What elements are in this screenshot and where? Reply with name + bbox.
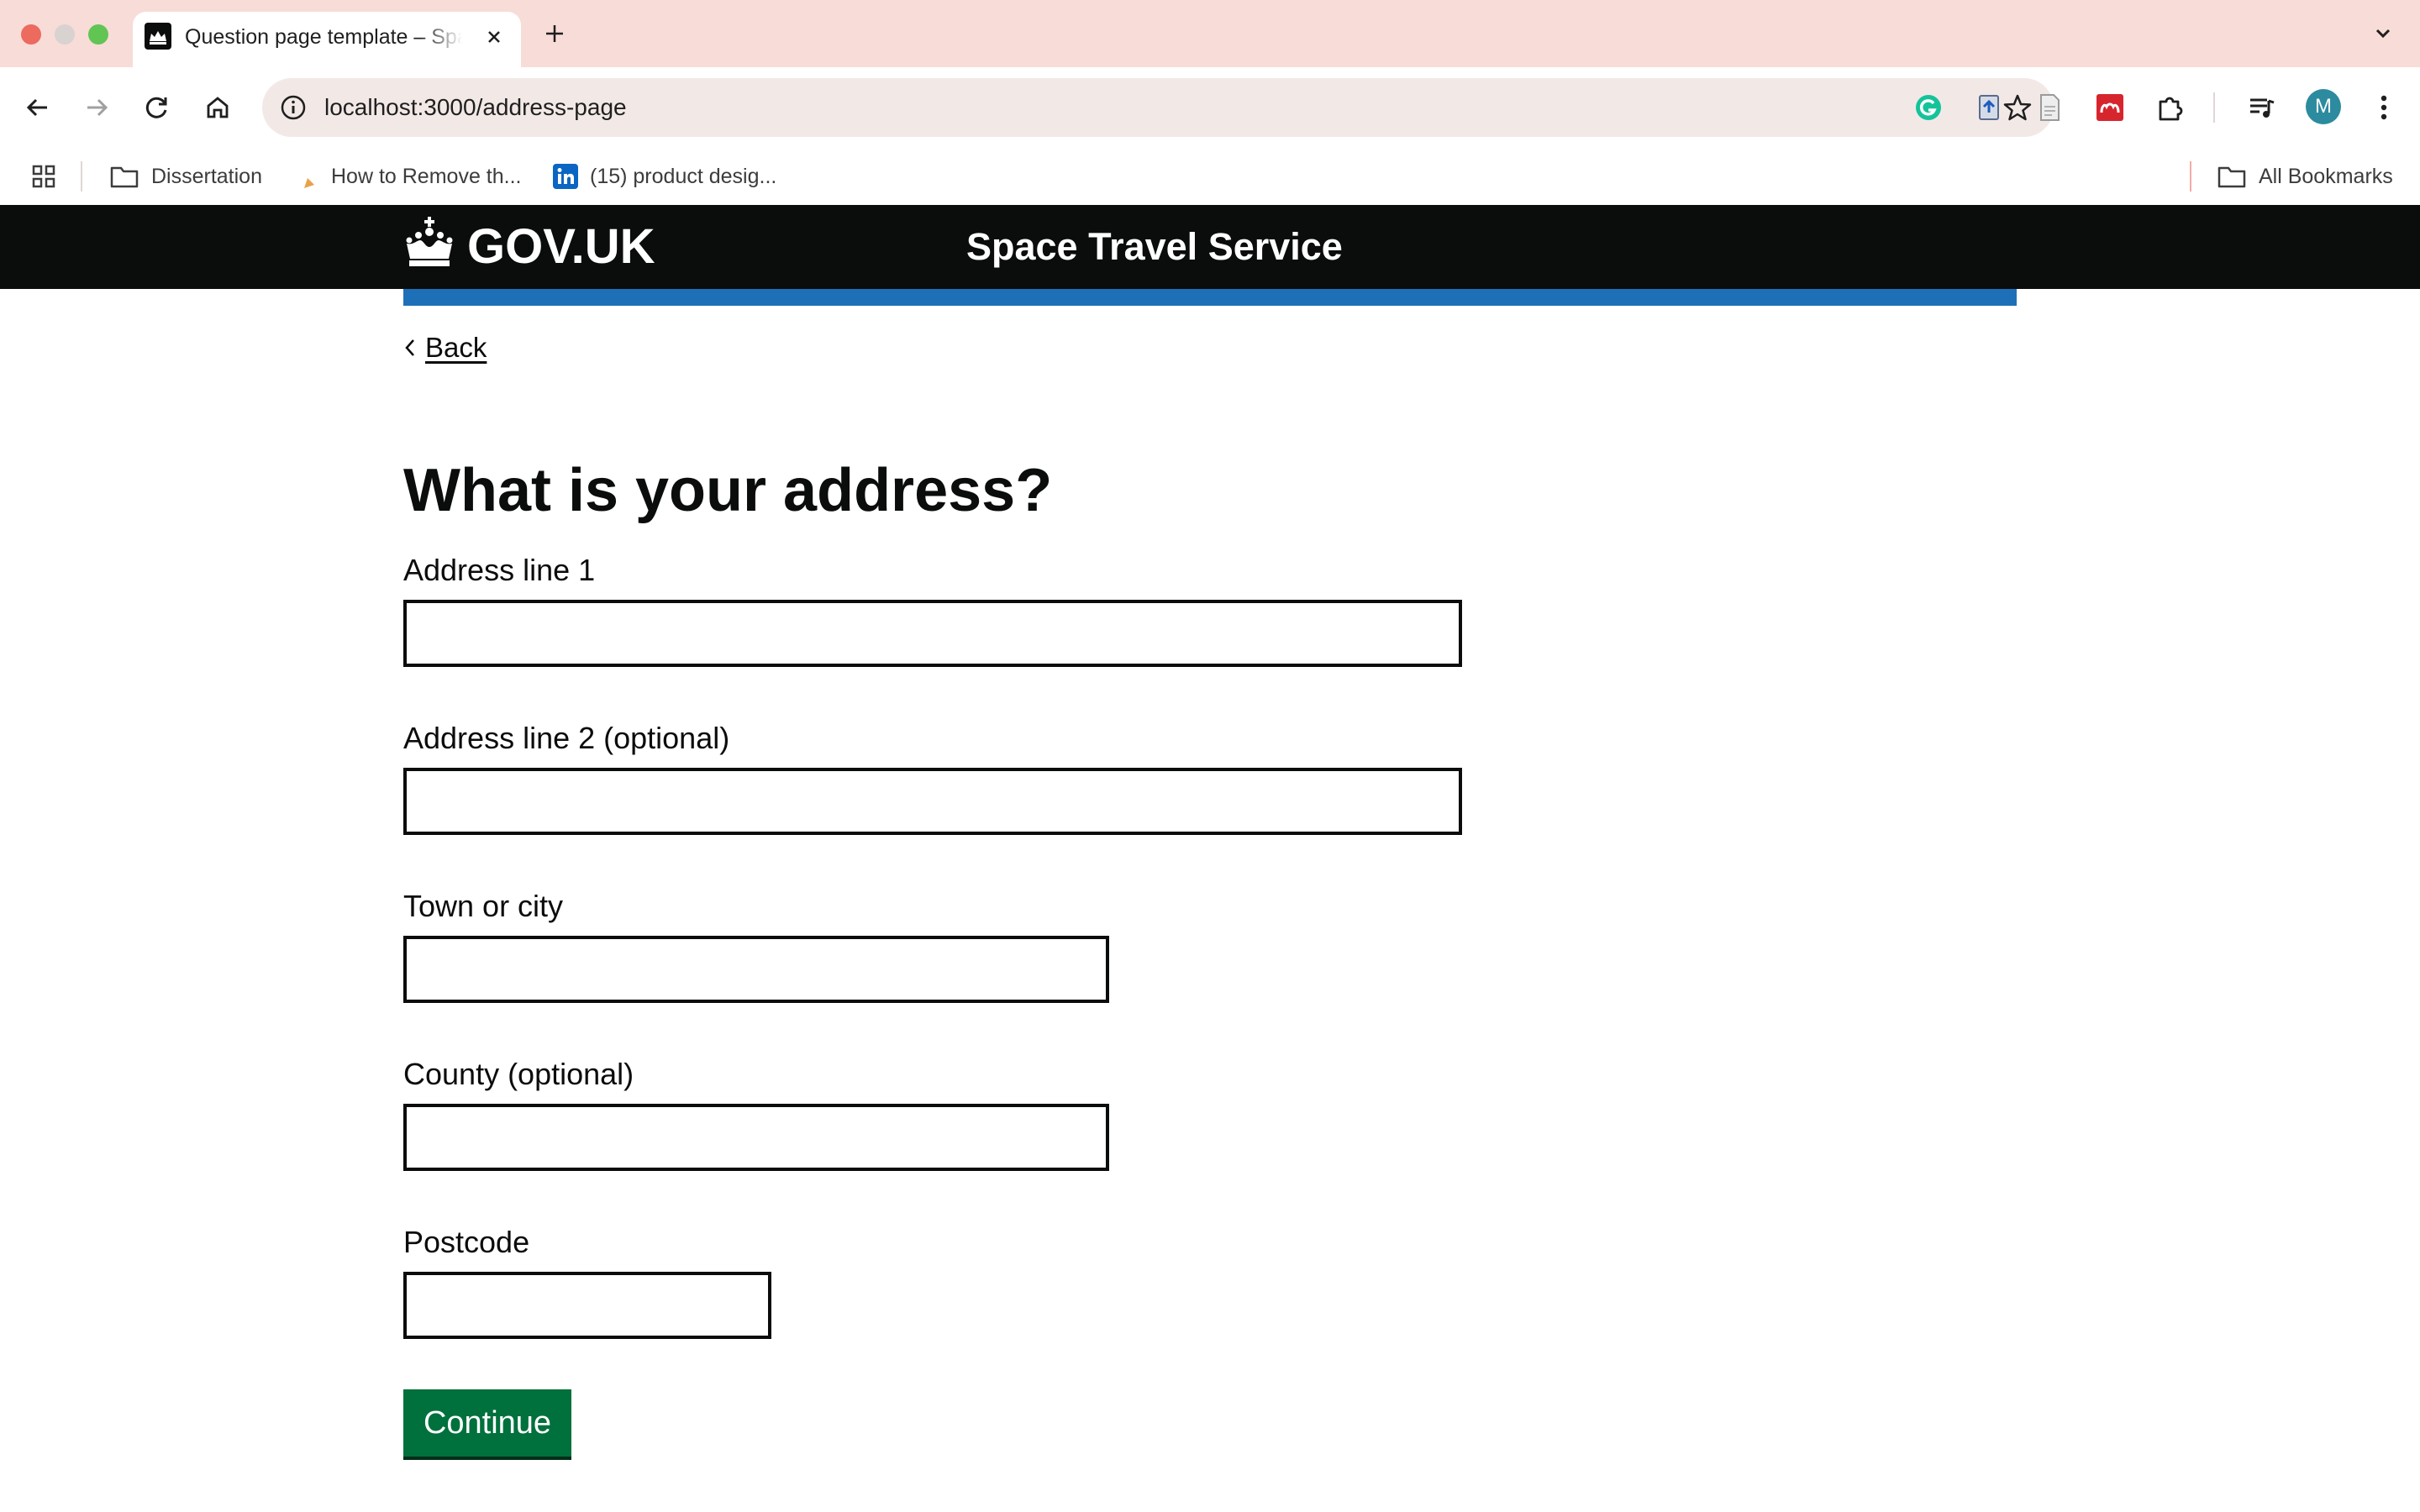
bookmark-label: (15) product desig...: [590, 164, 777, 188]
back-link-label: Back: [425, 332, 487, 363]
address-line-1-input[interactable]: [403, 600, 1462, 667]
back-link[interactable]: Back: [403, 329, 487, 366]
bookmark-label: How to Remove th...: [331, 164, 522, 188]
profile-avatar[interactable]: M: [2306, 89, 2341, 124]
county-label: County (optional): [403, 1057, 634, 1091]
upload-extension-icon[interactable]: [1971, 90, 2007, 125]
minimize-window-button[interactable]: [55, 24, 75, 45]
page-title: What is your address?: [403, 457, 1053, 524]
crown-icon[interactable]: [402, 215, 457, 270]
mendeley-extension-icon[interactable]: [2092, 90, 2128, 125]
back-arrow-icon[interactable]: [20, 90, 55, 125]
address-bar[interactable]: localhost:3000/address-page: [262, 78, 2054, 137]
govuk-logotype[interactable]: GOV.UK: [467, 220, 655, 274]
town-or-city-label: Town or city: [403, 889, 564, 923]
folder-icon: [2217, 166, 2246, 188]
url-text: localhost:3000/address-page: [324, 94, 627, 120]
postcode-label: Postcode: [403, 1225, 530, 1259]
toolbar-divider: [2213, 92, 2215, 123]
browser-tab-active[interactable]: Question page template – Space Travel Se…: [133, 12, 521, 67]
browser-toolbar: localhost:3000/address-page M: [0, 67, 2420, 150]
folder-icon: [110, 166, 139, 188]
chevron-left-icon: [405, 339, 414, 356]
tab-title: Question page template – Space Travel Se…: [185, 25, 462, 49]
more-menu-icon[interactable]: [2366, 90, 2402, 125]
bookmark-dissertation[interactable]: Dissertation: [109, 160, 262, 193]
bookmark-label: Dissertation: [151, 164, 262, 188]
address-line-2-input[interactable]: [403, 768, 1462, 835]
media-control-icon[interactable]: [2244, 90, 2279, 125]
all-bookmarks[interactable]: All Bookmarks: [2217, 160, 2393, 193]
close-window-button[interactable]: [21, 24, 41, 45]
header-blue-bar: [403, 289, 2017, 306]
service-name[interactable]: Space Travel Service: [966, 223, 1343, 270]
bookmark-linkedin[interactable]: (15) product desig...: [553, 160, 776, 193]
reload-icon[interactable]: [139, 90, 175, 125]
bookmarks-right-divider: [2190, 161, 2191, 192]
forward-arrow-icon[interactable]: [79, 90, 114, 125]
close-tab-icon[interactable]: [481, 24, 508, 50]
new-tab-icon[interactable]: [539, 18, 570, 49]
county-input[interactable]: [403, 1104, 1109, 1171]
maximize-window-button[interactable]: [88, 24, 108, 45]
grammarly-extension-icon[interactable]: [1911, 90, 1946, 125]
address-line-2-label: Address line 2 (optional): [403, 721, 730, 755]
apps-grid-icon[interactable]: [29, 161, 59, 192]
document-extension-icon[interactable]: [2032, 90, 2067, 125]
home-icon[interactable]: [200, 90, 235, 125]
govuk-favicon-icon: [145, 23, 171, 50]
all-bookmarks-label: All Bookmarks: [2259, 164, 2393, 188]
site-info-icon[interactable]: [279, 93, 308, 122]
bookmark-how-to-remove[interactable]: How to Remove th...: [296, 160, 521, 193]
govuk-header: GOV.UK Space Travel Service: [0, 205, 2420, 289]
town-or-city-input[interactable]: [403, 936, 1109, 1003]
tab-search-chevron-icon[interactable]: [2368, 18, 2398, 49]
linkedin-icon: [553, 164, 578, 189]
continue-button[interactable]: Continue: [403, 1389, 571, 1457]
bookmarks-bar: Dissertation How to Remove th... (15) pr…: [0, 150, 2420, 205]
extensions-puzzle-icon[interactable]: [2153, 90, 2188, 125]
browser-tab-strip: Question page template – Space Travel Se…: [0, 0, 2420, 67]
address-line-1-label: Address line 1: [403, 553, 596, 587]
postcode-input[interactable]: [403, 1272, 771, 1339]
bookmarks-divider: [81, 161, 82, 192]
bookmark-favicon-icon: [299, 165, 314, 188]
